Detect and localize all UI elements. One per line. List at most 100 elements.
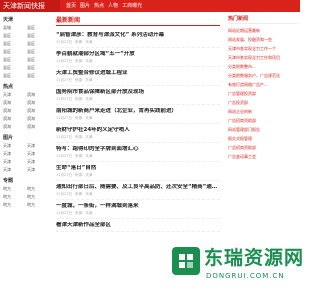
hot-news-item[interactable]: 广告招商资助部 <box>228 116 298 125</box>
sidebar-link[interactable]: 天津 <box>27 158 49 166</box>
sidebar-section-title[interactable]: 热点 <box>3 83 49 90</box>
hot-news-item[interactable]: 广告变动事工会 <box>228 152 298 161</box>
news-item-date: 11月27日 <box>56 154 72 158</box>
news-item: 李百鹤就潮部分区域“五一”开放 11月27日 来源：天津 <box>56 48 220 67</box>
hot-news-item[interactable]: 有效打造网络广告产... <box>228 80 298 89</box>
news-item-source: 来源：天津 <box>74 192 93 196</box>
sidebar-link[interactable]: 县区 <box>3 64 25 72</box>
hot-news-item[interactable]: 网站发展、投融资和一些 <box>228 35 298 44</box>
sidebar-link[interactable]: 县区 <box>27 72 49 80</box>
news-item-meta: 11月27日 来源：天津 <box>56 135 220 140</box>
sidebar-link[interactable]: 滨海 <box>27 123 49 131</box>
sidebar-link[interactable]: 县区 <box>27 64 49 72</box>
sidebar-link[interactable]: 县区 <box>3 48 25 56</box>
sidebar-link[interactable]: 地方 <box>3 185 25 193</box>
news-item-title[interactable]: 一度城，一条街，一样满城到落来 <box>56 203 220 210</box>
nav-item-exposure[interactable]: 工商曝光 <box>122 0 142 12</box>
sidebar-link[interactable]: 天津 <box>3 150 25 158</box>
news-item-title[interactable]: 通知出行部日后、随需要、及工良平高品防、还次安全“精商”通知好 <box>56 184 220 191</box>
sidebar-link[interactable]: 县区 <box>27 32 49 40</box>
hot-news-item[interactable]: 网站企业的新 <box>228 107 298 116</box>
sidebar-link[interactable]: 天津 <box>3 91 25 99</box>
news-item-title[interactable]: 国务院市食品保障新区部开放及现场 <box>56 89 220 96</box>
site-logo[interactable]: 天津新闻快报 <box>0 0 60 12</box>
sidebar-link[interactable]: 地方 <box>27 201 49 209</box>
news-item-title[interactable]: “启智津彦：教育与津派文化” 系列活动开幕 <box>56 32 220 39</box>
sidebar-link[interactable]: 地方 <box>3 193 25 201</box>
hot-news-item[interactable]: 天津市各实现全力工作和项目 <box>228 53 298 62</box>
sidebar-link[interactable]: 滨海 <box>27 107 49 115</box>
sidebar-link[interactable]: 县区 <box>27 48 49 56</box>
hot-news-item[interactable]: 广告投资部 <box>228 98 298 107</box>
news-item-date: 11月27日 <box>56 40 72 44</box>
sidebar-link[interactable]: 滨海 <box>27 115 49 123</box>
sidebar-section: 热点 天津 滨海 滨海 滨海 滨海 滨海 滨海 滨海 滨海 滨海 <box>3 83 49 131</box>
hot-news-item[interactable]: 分类地数服务户，广告规范化 <box>228 71 298 80</box>
sidebar-link[interactable]: 地方 <box>3 201 25 209</box>
sidebar-link[interactable]: 县区 <box>27 24 49 32</box>
hot-news-item[interactable]: 天津市各实现全力工作一个 <box>228 44 298 53</box>
sidebar-link[interactable]: 滨海 <box>27 91 49 99</box>
sidebar-link[interactable]: 滨海 <box>3 99 25 107</box>
sidebar-link[interactable]: 县区 <box>27 40 49 48</box>
news-item: 国务院市食品保障新区部开放及现场 11月27日 来源：天津 <box>56 86 220 105</box>
sidebar-link[interactable]: 滨海 <box>27 99 49 107</box>
news-item-title[interactable]: 南阳城的新商户来走进（北企业，肯再实践前进） <box>56 108 220 115</box>
sidebar-link[interactable]: 天津 <box>3 158 25 166</box>
watermark-logo-icon <box>172 247 200 275</box>
news-item-title[interactable]: 生命“落日”自然 <box>56 165 220 172</box>
news-item-title[interactable]: 特写：跑得印的全字牌到面增汇心 <box>56 146 220 153</box>
news-item-title[interactable]: 李百鹤就潮部分区域“五一”开放 <box>56 51 220 58</box>
sidebar-section: 图片 天津 天津 天津 天津 天津 天津 天津 天津 <box>3 134 49 174</box>
news-item-meta: 11月27日 来源：天津 <box>56 40 220 45</box>
sidebar-link[interactable]: 县区 <box>3 32 25 40</box>
news-item-meta: 11月27日 来源：天津 <box>56 116 220 121</box>
news-item-date: 11月27日 <box>56 59 72 63</box>
sidebar-link[interactable]: 地方 <box>27 193 49 201</box>
sidebar-link[interactable]: 滨海 <box>3 107 25 115</box>
news-item-title[interactable]: 看津天津新作品全部区 <box>56 222 220 229</box>
sidebar-link[interactable]: 滨海 <box>3 115 25 123</box>
hot-news-item[interactable]: 分类地数整市... <box>228 62 298 71</box>
news-item-date: 11月27日 <box>56 78 72 82</box>
sidebar-link[interactable]: 天津 <box>27 166 49 174</box>
sidebar-link[interactable]: 天津 <box>3 142 25 150</box>
hot-news-item[interactable]: 广告招商资助部 <box>228 143 298 152</box>
nav-item-home[interactable]: 首页 <box>66 0 76 12</box>
sidebar-link[interactable]: 天津 <box>3 166 25 174</box>
nav-item-hot[interactable]: 热点 <box>94 0 104 12</box>
sidebar-link[interactable]: 地方 <box>27 185 49 193</box>
sidebar-link[interactable]: 县区 <box>3 40 25 48</box>
hot-news-item[interactable]: 报交式报管理 <box>228 134 298 143</box>
news-item: “启智津彦：教育与津派文化” 系列活动开幕 11月27日 来源：天津 <box>56 29 220 48</box>
sidebar-link[interactable]: 天津 <box>27 150 49 158</box>
news-item: 通知出行部日后、随需要、及工良平高品防、还次安全“精商”通知好 11月27日 来源：… <box>56 181 220 200</box>
nav-item-photos[interactable]: 图片 <box>80 0 90 12</box>
news-item-date: 11月27日 <box>56 135 72 139</box>
news-item: 生命“落日”自然 11月27日 来源：天津 <box>56 162 220 181</box>
sidebar-link[interactable]: 县城 <box>3 24 25 32</box>
hot-news-item[interactable]: 广告管理投资部 <box>228 89 298 98</box>
news-item-date: 11月27日 <box>56 97 72 101</box>
hot-news-item[interactable]: 网站近期运营最新 <box>228 26 298 35</box>
sidebar: 天津 县城 县区 县区 县区 县区 县区 县区 县区 县区 县区 县区 县区 县区 县区 热点 天津 滨海 滨海 滨海… <box>0 12 52 300</box>
sidebar-section-title[interactable]: 天津 <box>3 16 49 23</box>
news-list-title: 最新新闻 <box>56 15 220 26</box>
sidebar-section-title[interactable]: 专题 <box>3 177 49 184</box>
sidebar-link[interactable]: 县区 <box>27 56 49 64</box>
sidebar-link-grid: 县城 县区 县区 县区 县区 县区 县区 县区 县区 县区 县区 县区 县区 县区 <box>3 24 49 80</box>
news-item: 天津工贸整合修议进城工程业 11月27日 来源：天津 <box>56 67 220 86</box>
hot-news-item[interactable]: 网站管理部门报告 <box>228 125 298 134</box>
nav-item-people[interactable]: 人物 <box>108 0 118 12</box>
news-item-date: 11月27日 <box>56 116 72 120</box>
sidebar-link[interactable]: 县区 <box>3 56 25 64</box>
sidebar-link[interactable]: 滨海 <box>3 123 25 131</box>
news-item-source: 来源：天津 <box>74 97 93 101</box>
sidebar-link[interactable]: 天津 <box>27 142 49 150</box>
sidebar-link[interactable]: 县区 <box>3 72 25 80</box>
news-item-title[interactable]: 新财守护社24年的义定守哨人 <box>56 127 220 134</box>
hot-news-title: 热门新闻 <box>228 15 298 24</box>
news-item-title[interactable]: 天津工贸整合修议进城工程业 <box>56 70 220 77</box>
news-item: 一度城，一条街，一样满城到落来 11月27日 来源：天津 <box>56 200 220 219</box>
sidebar-section-title[interactable]: 图片 <box>3 134 49 141</box>
